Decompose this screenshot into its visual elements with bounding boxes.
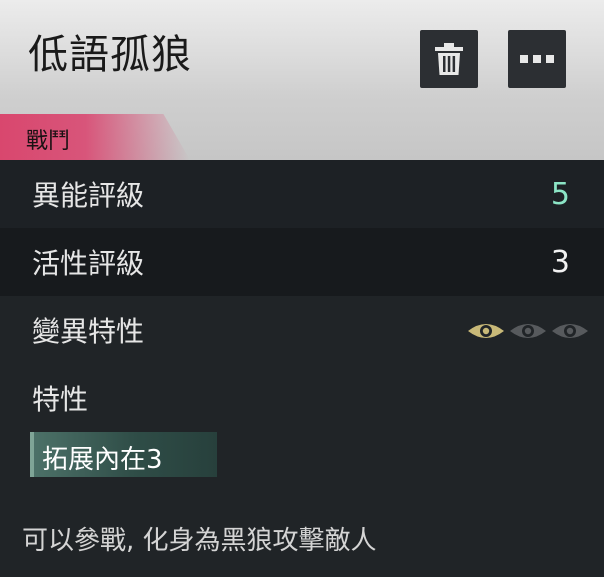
creature-card: 低語孤狼 戰鬥 異能評級 5 活性評級 3 變異特性 特性 拓展內在3 可以參戰… — [0, 0, 604, 577]
stat-row-activity-rating: 活性評級 3 — [0, 228, 604, 296]
category-tag-label: 戰鬥 — [26, 129, 71, 154]
category-tag: 戰鬥 — [0, 114, 190, 160]
stat-value: 5 — [550, 176, 570, 212]
trash-icon — [435, 43, 463, 75]
mutation-label: 變異特性 — [32, 315, 145, 348]
delete-button[interactable] — [420, 30, 478, 88]
ellipsis-icon — [520, 55, 554, 63]
trait-chip-label: 拓展內在3 — [42, 445, 163, 475]
eye-icon — [510, 324, 546, 338]
stat-value: 3 — [550, 244, 570, 280]
card-description: 可以參戰, 化身為黑狼攻擊敵人 — [22, 526, 377, 556]
stat-row-ability-rating: 異能評級 5 — [0, 160, 604, 228]
eye-icon — [468, 324, 504, 338]
stat-label: 活性評級 — [32, 247, 145, 280]
stat-label: 異能評級 — [32, 179, 145, 212]
more-options-button[interactable] — [508, 30, 566, 88]
eye-icon — [552, 324, 588, 338]
trait-chip[interactable]: 拓展內在3 — [30, 432, 217, 477]
card-title: 低語孤狼 — [28, 32, 192, 78]
mutation-eye-rating — [466, 320, 590, 342]
traits-heading: 特性 — [32, 383, 89, 416]
